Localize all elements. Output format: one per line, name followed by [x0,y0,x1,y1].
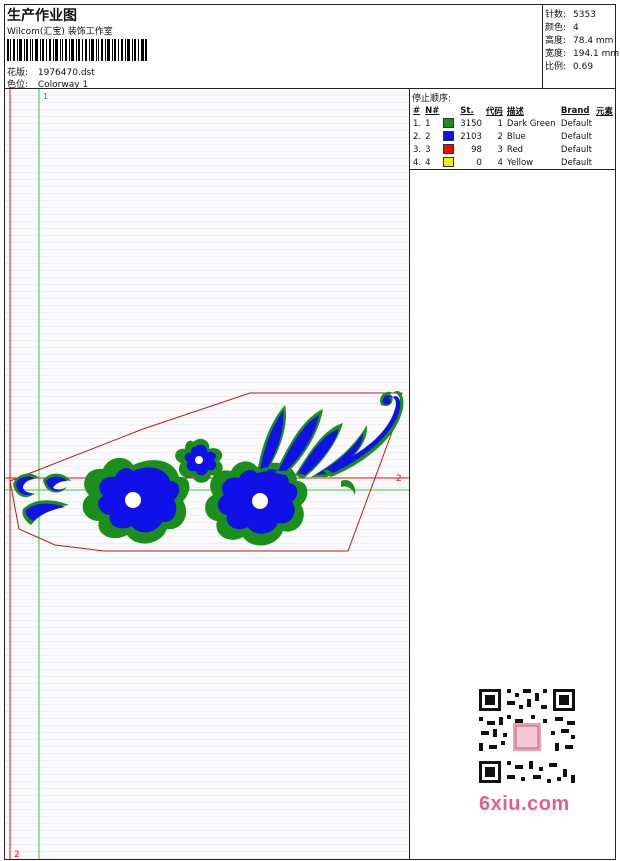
col-brand: Brand [560,105,590,116]
table-row[interactable]: 2. 2 2103 2 Blue Default [411,130,615,143]
stat-colors: 颜色: 4 [545,23,579,33]
col-swatch [441,104,458,117]
guide-top-label: 1 [43,92,48,101]
embroidery-preview: 1 2 2 [5,89,409,859]
embroidery-motif [13,390,404,546]
production-worksheet: 生产作业图 Wilcom(汇宝) 装饰工作室 花版: 1976470.dst 色… [4,4,620,860]
qr-code [471,685,583,789]
color-swatch [443,118,455,129]
stop-sequence-table: # N# St. 代码 描述 Brand 元素 1. 1 3150 1 Dark… [411,104,615,169]
watermark-logo: 6xiu.com [479,793,570,815]
col-stitches: St. [460,105,474,116]
stat-width: 宽度: 194.1 mm [545,49,620,59]
table-row[interactable]: 3. 3 98 3 Red Default [411,143,615,156]
design-canvas[interactable]: 1 2 2 [5,89,409,859]
col-element: 元素 [595,106,613,117]
col-description: 描述 [506,106,524,117]
guide-right-label: 2 [396,474,402,484]
guide-bottom-label: 2 [14,850,20,859]
color-swatch [443,157,455,168]
design-stats: 针数: 5353 颜色: 4 高度: 78.4 mm 宽度: 194.1 mm 比例: 0… [542,5,620,89]
panel-divider [409,89,410,859]
company-name: Wilcom(汇宝) 装饰工作室 [7,27,113,37]
table-row[interactable]: 1. 1 3150 1 Dark Green Default [411,117,615,130]
table-header-row: # N# St. 代码 描述 Brand 元素 [411,104,615,117]
barcode [7,39,147,61]
color-swatch [443,131,455,142]
table-row[interactable]: 4. 4 0 4 Yellow Default [411,156,615,169]
page-title: 生产作业图 [7,8,77,24]
header-info: 生产作业图 Wilcom(汇宝) 装饰工作室 花版: 1976470.dst 色… [5,5,543,91]
color-swatch [443,144,455,155]
stat-height: 高度: 78.4 mm [545,36,614,46]
col-code: 代码 [485,106,503,117]
stop-sequence-title: 停止顺序: [412,94,452,104]
stop-sequence-panel: 停止顺序: # N# St. 代码 描述 Brand 元素 1. 1 3150 … [410,89,615,170]
col-needle: N# [425,105,440,116]
stat-stitches: 针数: 5353 [545,10,596,20]
stat-scale: 比例: 0.69 [545,62,594,72]
col-index: # [413,105,421,116]
